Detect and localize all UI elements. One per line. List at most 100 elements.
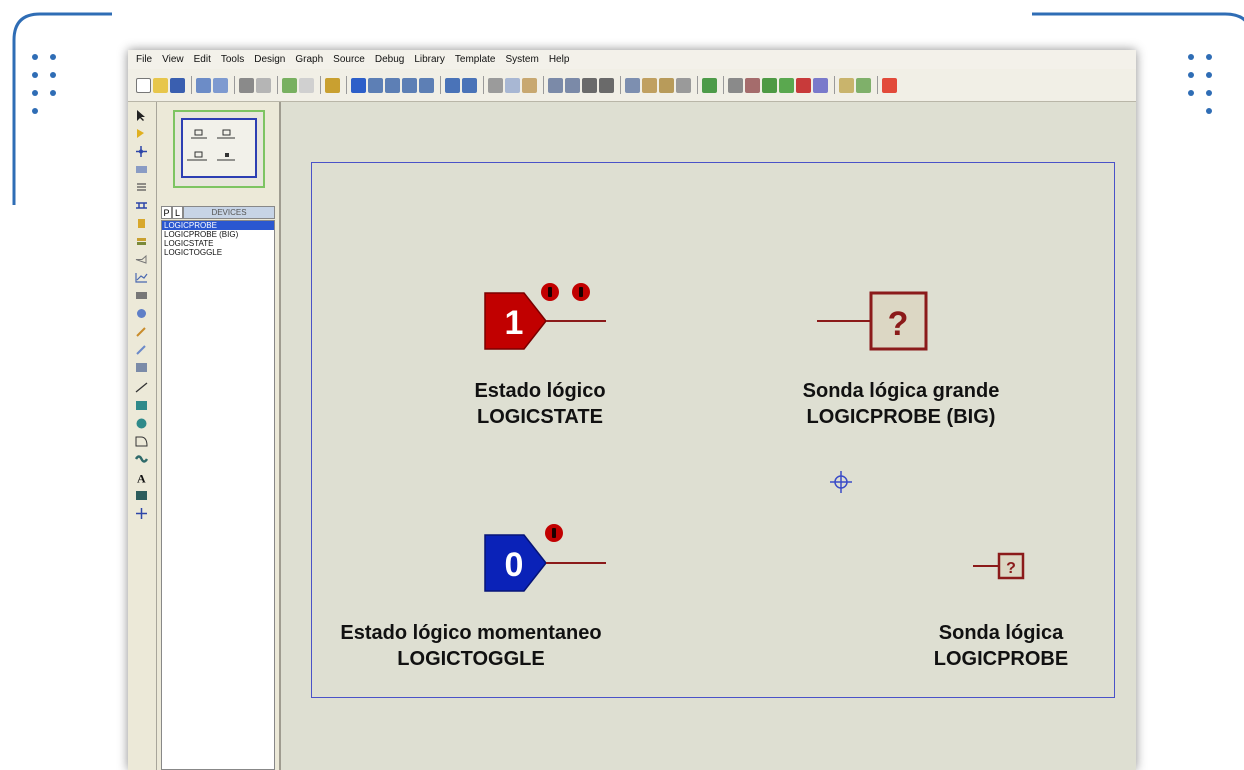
text-script-icon[interactable] [135, 182, 148, 193]
save-icon[interactable] [170, 77, 185, 93]
import-icon[interactable] [196, 77, 211, 93]
menu-graph[interactable]: Graph [295, 54, 323, 65]
redo-icon[interactable] [462, 77, 477, 93]
electrical-rules-check-icon[interactable] [856, 77, 871, 93]
schematic-canvas[interactable]: 1 Estado lógico LOGICSTATE ? Sonda lógic… [281, 102, 1136, 770]
menu-edit[interactable]: Edit [194, 54, 211, 65]
menu-file[interactable]: File [136, 54, 152, 65]
marker-tool-icon[interactable] [135, 508, 148, 519]
logicstate-pin-indicator [572, 283, 590, 301]
bill-of-materials-icon[interactable] [839, 77, 854, 93]
pick-device-icon[interactable] [625, 77, 640, 93]
device-tabs: P L DEVICES [161, 206, 275, 219]
arc-tool-icon[interactable] [135, 436, 148, 447]
block-copy-icon[interactable] [548, 77, 563, 93]
logictoggle-title: Estado lógico momentaneo [340, 622, 602, 644]
logicstate-symbol[interactable]: 1 [484, 292, 606, 350]
zoom-area-icon[interactable] [419, 77, 434, 93]
path-tool-icon[interactable] [135, 454, 148, 465]
devices-header: DEVICES [183, 206, 275, 219]
menu-library[interactable]: Library [414, 54, 445, 65]
logicprobe-big-symbol[interactable]: ? [817, 291, 928, 351]
virtual-instruments-icon[interactable] [135, 362, 148, 373]
buses-icon[interactable] [135, 200, 148, 211]
menu-bar: File View Edit Tools Design Graph Source… [128, 50, 1136, 69]
logictoggle-symbol[interactable]: 0 [484, 534, 606, 592]
component-mode-icon[interactable] [135, 128, 148, 139]
export-icon[interactable] [213, 77, 228, 93]
remove-sheet-icon[interactable] [796, 77, 811, 93]
device-item-logicprobe-big[interactable]: LOGICPROBE (BIG) [162, 230, 274, 239]
grid-icon[interactable] [299, 77, 314, 93]
overview-sheet-outline [181, 118, 257, 178]
toolbar-separator [543, 76, 544, 94]
zoom-in-icon[interactable] [368, 77, 383, 93]
device-item-logicstate[interactable]: LOGICSTATE [162, 239, 274, 248]
toolbar [128, 69, 1136, 102]
library-manager-button[interactable]: L [172, 206, 183, 219]
new-sheet-icon[interactable] [762, 77, 777, 93]
subcircuit-icon[interactable] [135, 218, 148, 229]
property-assignment-icon[interactable] [745, 77, 760, 93]
graph-mode-icon[interactable] [135, 272, 148, 283]
toolbar-separator [440, 76, 441, 94]
symbol-tool-icon[interactable] [135, 490, 148, 501]
svg-text:A: A [137, 472, 146, 483]
wire-autorouter-icon[interactable] [702, 77, 717, 93]
undo-icon[interactable] [445, 77, 460, 93]
block-rotate-icon[interactable] [582, 77, 597, 93]
wire-label-icon[interactable] [135, 164, 148, 175]
menu-template[interactable]: Template [455, 54, 496, 65]
decompose-icon[interactable] [676, 77, 691, 93]
menu-view[interactable]: View [162, 54, 184, 65]
netlist-to-ares-icon[interactable] [882, 77, 897, 93]
circle-tool-icon[interactable] [135, 418, 148, 429]
pan-icon[interactable] [351, 77, 366, 93]
device-list: LOGICPROBE LOGICPROBE (BIG) LOGICSTATE L… [161, 220, 275, 770]
current-probe-icon[interactable] [135, 344, 148, 355]
menu-source[interactable]: Source [333, 54, 365, 65]
overview-window[interactable] [173, 110, 265, 188]
print-icon[interactable] [239, 77, 254, 93]
menu-tools[interactable]: Tools [221, 54, 244, 65]
origin-icon[interactable] [325, 77, 340, 93]
menu-debug[interactable]: Debug [375, 54, 404, 65]
text-tool-icon[interactable]: A [135, 472, 148, 483]
add-sheet-icon[interactable] [779, 77, 794, 93]
refresh-icon[interactable] [282, 77, 297, 93]
zoom-all-icon[interactable] [402, 77, 417, 93]
tape-recorder-icon[interactable] [135, 290, 148, 301]
search-tag-icon[interactable] [728, 77, 743, 93]
goto-sheet-icon[interactable] [813, 77, 828, 93]
new-file-icon[interactable] [136, 77, 151, 93]
logicstate-name: LOGICSTATE [477, 406, 603, 428]
device-item-logicprobe[interactable]: LOGICPROBE [162, 221, 274, 230]
device-item-logictoggle[interactable]: LOGICTOGGLE [162, 248, 274, 257]
print-area-icon[interactable] [256, 77, 271, 93]
terminals-icon[interactable] [135, 236, 148, 247]
line-tool-icon[interactable] [135, 382, 148, 393]
zoom-out-icon[interactable] [385, 77, 400, 93]
menu-help[interactable]: Help [549, 54, 570, 65]
block-delete-icon[interactable] [599, 77, 614, 93]
packaging-tool-icon[interactable] [659, 77, 674, 93]
logicprobe-symbol[interactable]: ? [973, 552, 1033, 580]
pick-devices-button[interactable]: P [161, 206, 172, 219]
toolbar-separator [277, 76, 278, 94]
device-pins-icon[interactable] [135, 254, 148, 265]
menu-design[interactable]: Design [254, 54, 285, 65]
generators-icon[interactable] [135, 308, 148, 319]
open-folder-icon[interactable] [153, 77, 168, 93]
junction-dot-icon[interactable] [135, 146, 148, 157]
mode-toolbar: A [128, 102, 157, 770]
origin-marker-icon [830, 471, 852, 493]
cut-icon[interactable] [488, 77, 503, 93]
voltage-probe-icon[interactable] [135, 326, 148, 337]
menu-system[interactable]: System [505, 54, 538, 65]
copy-icon[interactable] [505, 77, 520, 93]
selection-mode-icon[interactable] [135, 110, 148, 121]
paste-icon[interactable] [522, 77, 537, 93]
box-tool-icon[interactable] [135, 400, 148, 411]
make-device-icon[interactable] [642, 77, 657, 93]
block-move-icon[interactable] [565, 77, 580, 93]
